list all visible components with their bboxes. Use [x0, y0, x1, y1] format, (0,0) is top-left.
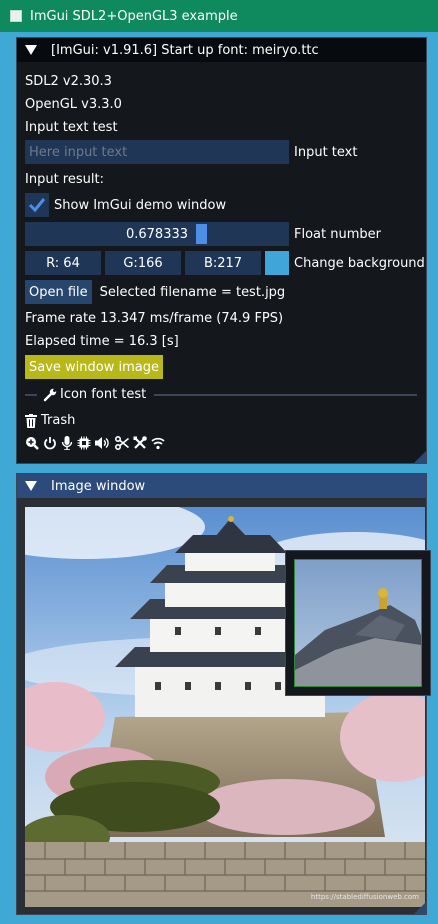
wrench-icon — [43, 388, 57, 401]
elapsed-time: Elapsed time = 16.3 [s] — [25, 334, 179, 349]
color-g-input[interactable]: G:166 — [105, 251, 181, 275]
wifi-icon — [151, 437, 165, 450]
open-file-label: Open file — [29, 284, 88, 300]
color-r-input[interactable]: R: 64 — [25, 251, 101, 275]
main-window-title: [ImGui: v1.91.6] Start up font: meiryo.t… — [51, 42, 319, 58]
trash-label: Trash — [41, 413, 76, 428]
icon-font-separator: Icon font test — [25, 387, 417, 402]
icon-row — [25, 436, 165, 450]
demo-checkbox-label: Show ImGui demo window — [54, 197, 227, 213]
cpu-icon — [77, 436, 91, 450]
volume-icon — [95, 437, 109, 449]
image-window-titlebar[interactable]: Image window — [17, 474, 426, 498]
icon-font-header: Icon font test — [60, 387, 147, 402]
sdl-version: SDL2 v2.30.3 — [25, 74, 112, 89]
frame-rate: Frame rate 13.347 ms/frame (74.9 FPS) — [25, 311, 284, 326]
power-icon — [44, 437, 56, 450]
color-g-value: G:166 — [123, 255, 163, 271]
input-result-label: Input result: — [25, 172, 104, 187]
input-text-field[interactable]: Here input text — [25, 140, 289, 164]
save-button-label: Save window image — [29, 359, 159, 375]
demo-checkbox[interactable] — [25, 193, 49, 217]
app-title: ImGui SDL2+OpenGL3 example — [30, 8, 238, 24]
float-number-label: Float number — [294, 226, 381, 242]
checkmark-icon — [28, 198, 46, 213]
microphone-icon — [61, 436, 73, 450]
open-file-button[interactable]: Open file — [25, 280, 92, 304]
app-titlebar[interactable]: ImGui SDL2+OpenGL3 example — [0, 0, 438, 32]
save-window-image-button[interactable]: Save window image — [25, 355, 163, 379]
color-r-value: R: 64 — [46, 255, 80, 271]
input-text-label: Input text — [294, 144, 358, 160]
trash-icon — [25, 413, 37, 428]
main-window: [ImGui: v1.91.6] Start up font: meiryo.t… — [16, 37, 427, 464]
image-window-title: Image window — [51, 478, 146, 494]
input-placeholder: Here input text — [29, 144, 128, 160]
scissors-icon — [115, 436, 129, 450]
change-background-label: Change background — [294, 255, 425, 271]
image-window: Image window https://stablediffusionweb.… — [16, 473, 431, 915]
search-plus-icon — [26, 437, 39, 450]
color-swatch[interactable] — [265, 251, 289, 275]
image-watermark: https://stablediffusionweb.com — [310, 893, 419, 901]
image-window-resize-grip[interactable] — [414, 902, 426, 914]
app-icon — [10, 10, 22, 22]
selected-filename: Selected filename = test.jpg — [99, 284, 286, 300]
gl-version: OpenGL v3.3.0 — [25, 97, 122, 112]
color-b-value: B:217 — [203, 255, 243, 271]
main-window-titlebar[interactable]: [ImGui: v1.91.6] Start up font: meiryo.t… — [17, 38, 426, 62]
float-value: 0.678333 — [125, 226, 189, 242]
float-slider[interactable]: 0.678333 — [25, 222, 289, 246]
zoomed-roof-svg — [295, 560, 421, 686]
image-window-collapse-icon[interactable] — [25, 481, 37, 491]
collapse-arrow-icon[interactable] — [25, 45, 37, 55]
resize-grip[interactable] — [414, 451, 426, 463]
color-b-input[interactable]: B:217 — [185, 251, 261, 275]
input-test-label: Input text test — [25, 120, 118, 135]
zoom-tooltip — [285, 550, 431, 696]
tools-icon — [133, 436, 147, 449]
zoomed-image — [294, 559, 422, 687]
